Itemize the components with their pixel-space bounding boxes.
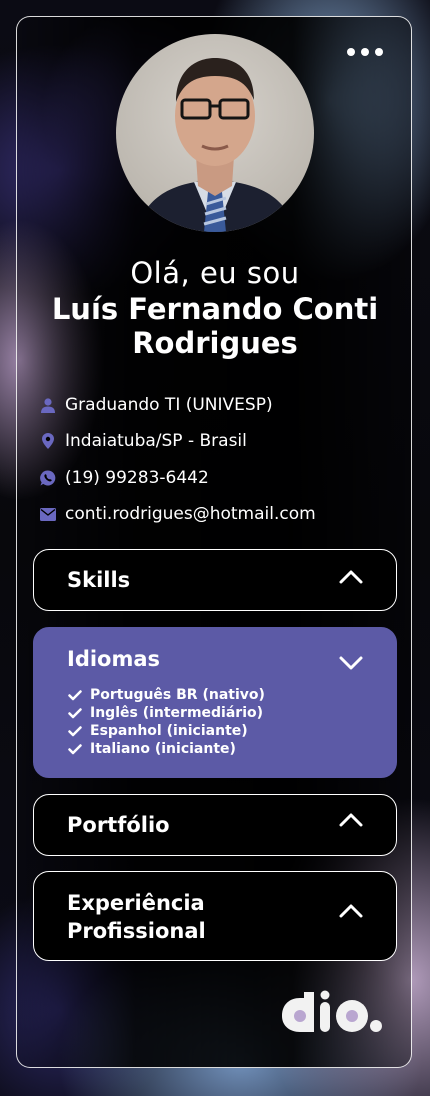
accordion-idiomas-title: Idiomas (67, 647, 161, 671)
more-options-button[interactable] (347, 46, 383, 58)
accordion-experiencia[interactable]: Experiência Profissional (33, 871, 397, 961)
list-item: Espanhol (iniciante) (68, 722, 265, 740)
accordion-experiencia-title-line1: Experiência (67, 891, 205, 915)
accordion-skills[interactable]: Skills (33, 549, 397, 611)
check-icon (68, 689, 82, 700)
check-icon (68, 725, 82, 736)
more-dot (361, 48, 369, 56)
language-item-text: Espanhol (iniciante) (90, 723, 248, 739)
accordion-experiencia-title: Experiência Profissional (67, 889, 206, 945)
dio-logo (282, 990, 382, 1032)
chevron-up-icon (339, 904, 363, 918)
chevron-down-icon (339, 656, 363, 670)
user-icon (40, 397, 56, 413)
chevron-up-icon (339, 570, 363, 584)
list-item: Inglês (intermediário) (68, 704, 265, 722)
language-item-text: Português BR (nativo) (90, 687, 265, 703)
accordion-portfolio-title: Portfólio (67, 813, 170, 837)
language-item-text: Inglês (intermediário) (90, 705, 264, 721)
profile-name: Luís Fernando Conti Rodrigues (51, 292, 379, 360)
greeting-text: Olá, eu sou (130, 256, 300, 290)
phone-text: (19) 99283-6442 (65, 468, 209, 488)
email-text: conti.rodrigues@hotmail.com (65, 504, 316, 524)
chevron-up-icon (339, 813, 363, 827)
location-pin-icon (40, 433, 56, 449)
accordion-portfolio[interactable]: Portfólio (33, 794, 397, 856)
profile-photo (116, 34, 314, 232)
accordion-idiomas[interactable]: Idiomas Português BR (nativo) Inglês (in… (33, 627, 397, 778)
list-item: Português BR (nativo) (68, 686, 265, 704)
location-text: Indaiatuba/SP - Brasil (65, 431, 247, 451)
info-row-education: Graduando TI (UNIVESP) (40, 393, 400, 417)
info-row-phone[interactable]: (19) 99283-6442 (40, 466, 400, 490)
accordion-skills-title: Skills (67, 568, 131, 592)
education-text: Graduando TI (UNIVESP) (65, 395, 273, 415)
language-list: Português BR (nativo) Inglês (intermediá… (68, 686, 265, 758)
info-row-email[interactable]: conti.rodrigues@hotmail.com (40, 502, 400, 526)
info-row-location: Indaiatuba/SP - Brasil (40, 429, 400, 453)
accordion-experiencia-title-line2: Profissional (67, 919, 206, 943)
check-icon (68, 743, 82, 754)
whatsapp-icon (40, 470, 56, 486)
mail-icon (40, 506, 56, 522)
more-dot (347, 48, 355, 56)
language-item-text: Italiano (iniciante) (90, 741, 236, 757)
check-icon (68, 707, 82, 718)
more-dot (375, 48, 383, 56)
list-item: Italiano (iniciante) (68, 740, 265, 758)
